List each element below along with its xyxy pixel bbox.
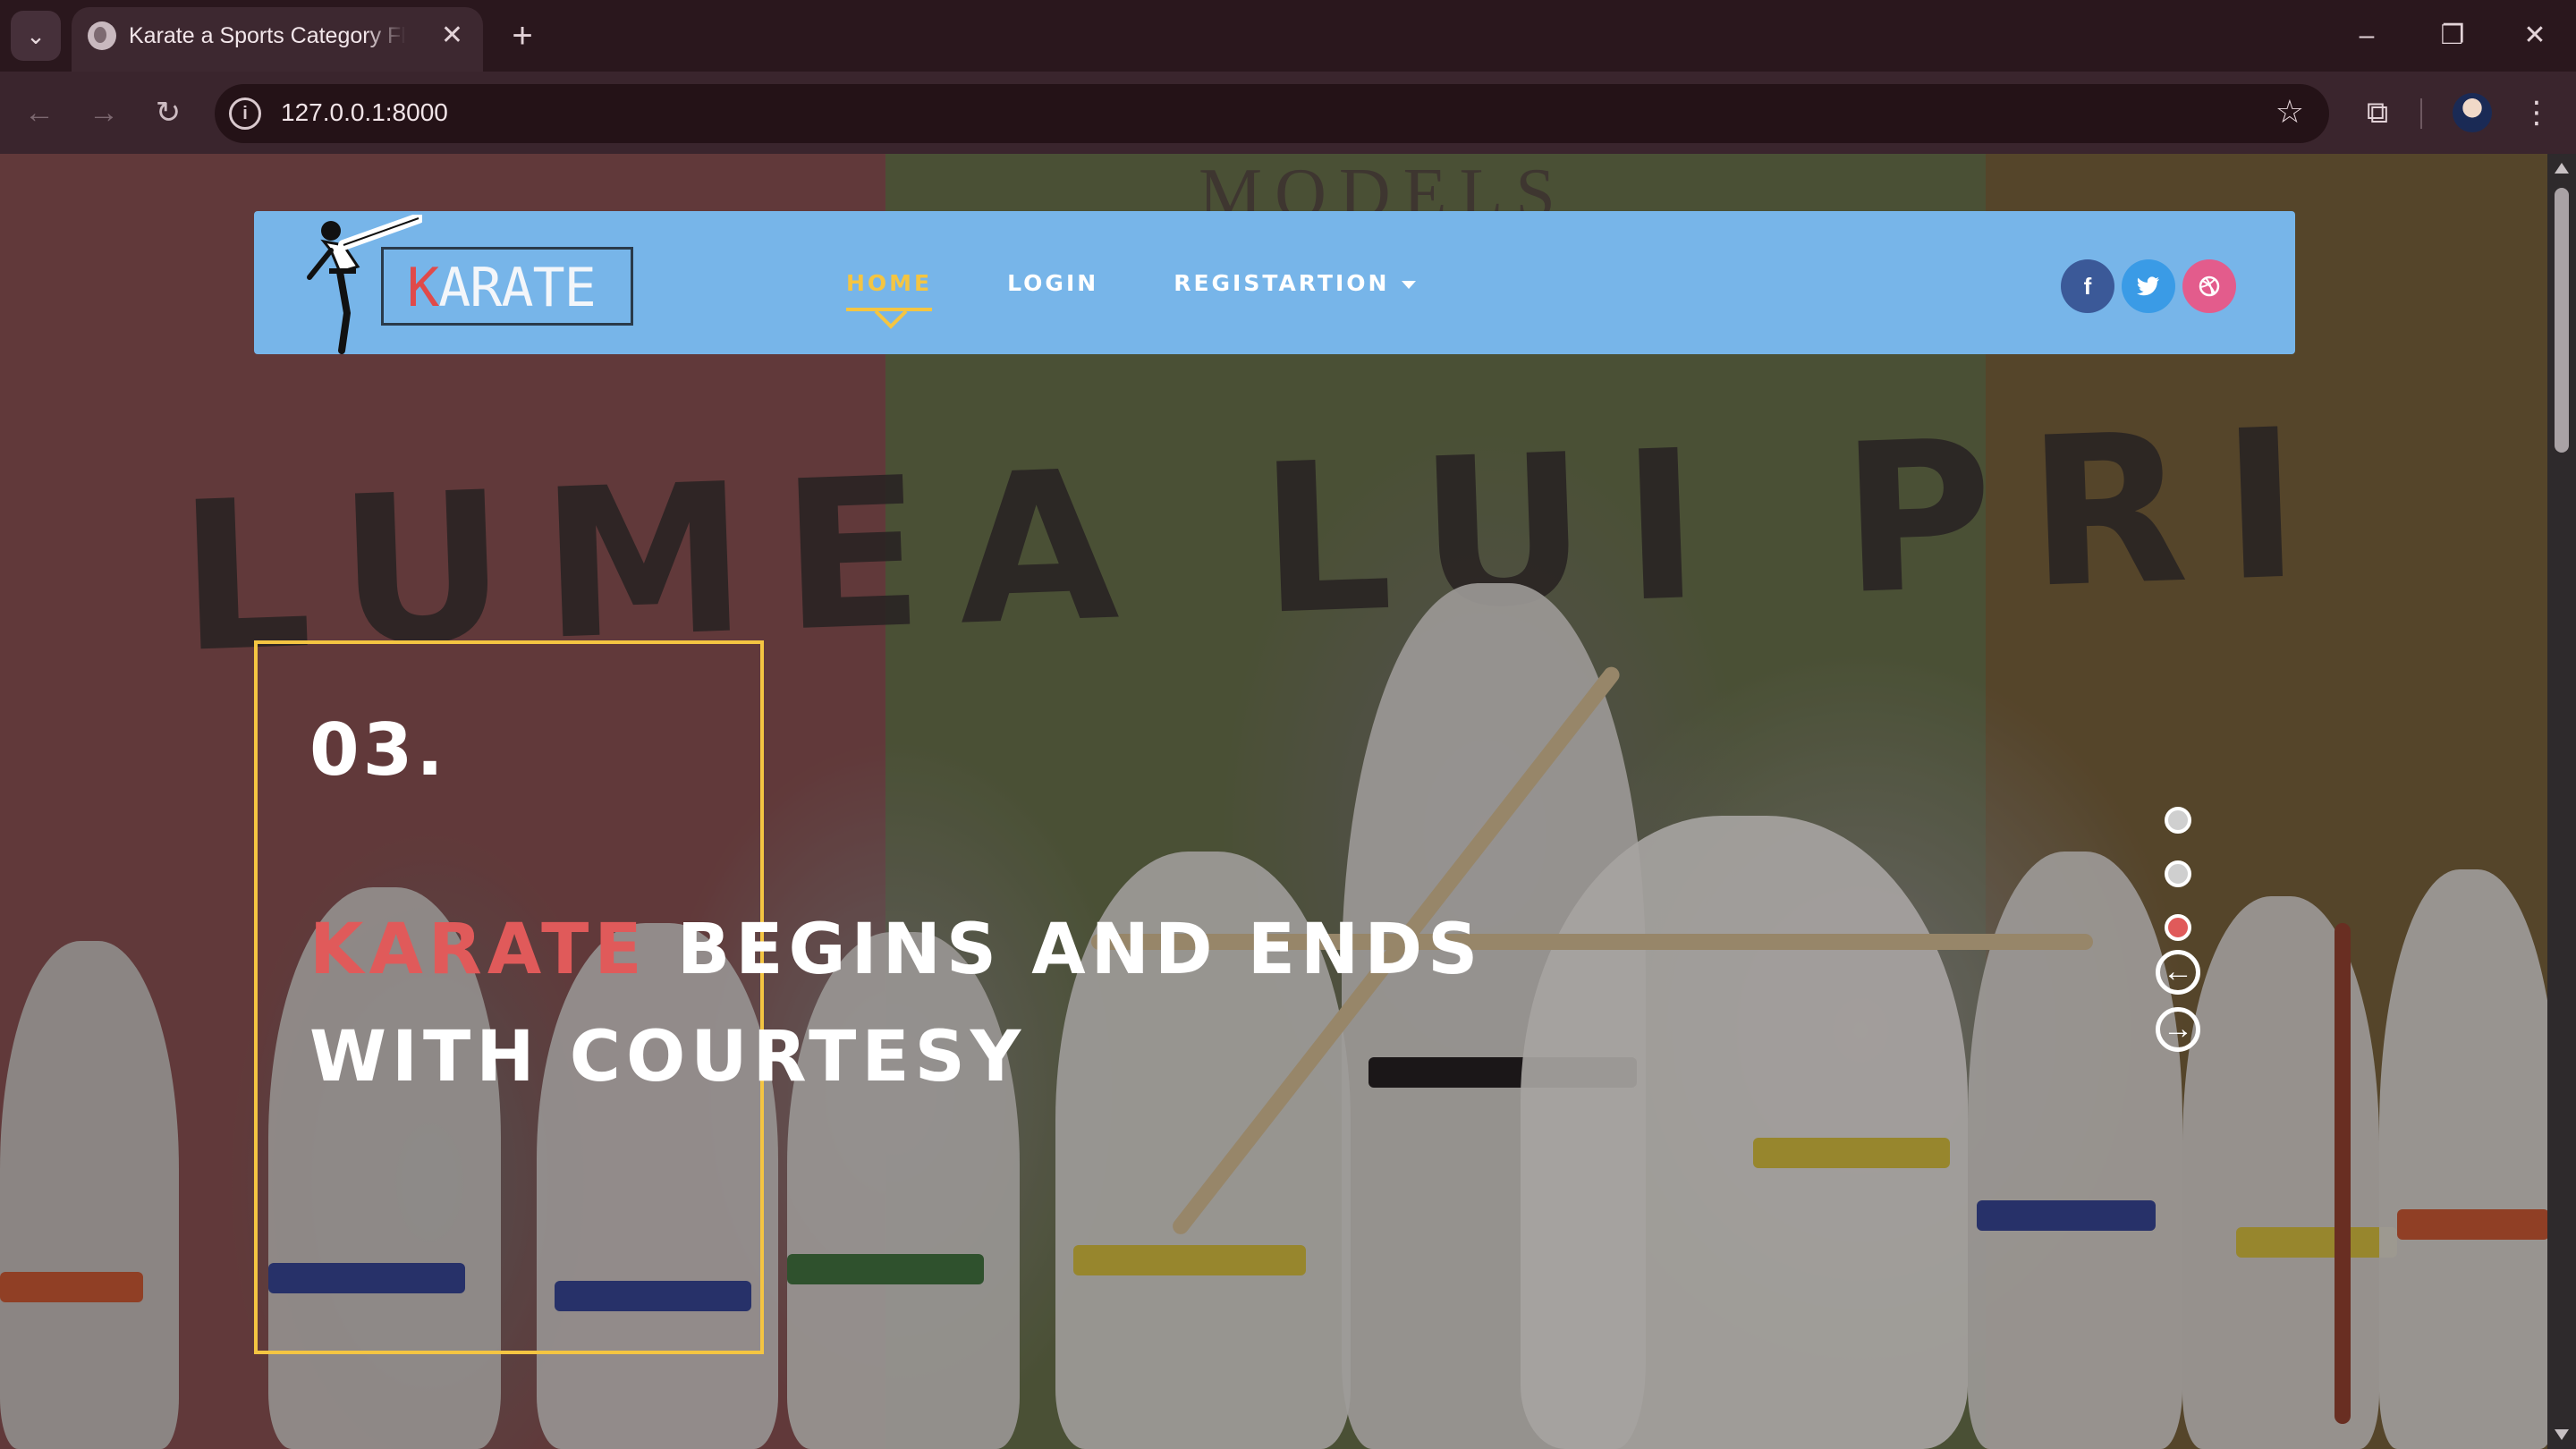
caret-down-icon (1402, 280, 1417, 289)
main-nav: HOME LOGIN REGISTARTION (846, 270, 1491, 311)
headline-line1: BEGINS AND ENDS (647, 910, 1484, 990)
browser-toolbar: ← → ↻ i 127.0.0.1:8000 ☆ ⧉ ⋮ (0, 72, 2576, 154)
tab-search-button[interactable]: ⌄ (11, 11, 61, 61)
scrollbar-thumb[interactable] (2555, 188, 2569, 453)
green-belt (787, 1254, 984, 1284)
new-tab-button[interactable]: + (503, 11, 542, 61)
slider-dot-3[interactable] (2165, 914, 2191, 941)
reload-icon[interactable]: ↻ (147, 91, 190, 134)
page-scrollbar[interactable] (2547, 154, 2576, 1449)
dribbble-icon[interactable] (2182, 259, 2236, 313)
yellow-belt (1753, 1138, 1950, 1168)
restore-icon[interactable]: ❐ (2426, 13, 2479, 59)
bo-staff (2334, 923, 2351, 1424)
scroll-up-icon[interactable] (2555, 163, 2569, 174)
nav-registration-label: REGISTARTION (1174, 270, 1390, 296)
site-logo[interactable]: KARATE (304, 211, 644, 354)
menu-kebab-icon[interactable]: ⋮ (2515, 91, 2558, 134)
bookmark-star-icon[interactable]: ☆ (2275, 93, 2304, 131)
window-close-icon[interactable]: ✕ (2508, 13, 2562, 59)
page-viewport: MODELS LUMEA LUI PRI KARATE HOME LOGIN R… (0, 154, 2576, 1449)
orange-belt (2397, 1209, 2549, 1240)
headline-line2: WITH COURTESY (309, 1017, 1027, 1097)
student-figure (0, 941, 179, 1449)
toolbar-divider (2420, 98, 2422, 129)
slide-number: 03. (309, 708, 447, 792)
next-arrow-icon[interactable]: → (2156, 1007, 2200, 1052)
profile-avatar[interactable] (2453, 93, 2492, 132)
browser-chrome: ⌄ Karate a Sports Category Flat Bootstra… (0, 0, 2576, 154)
nav-home[interactable]: HOME (846, 270, 933, 311)
logo-letter-k: K (407, 257, 439, 319)
globe-icon (88, 21, 116, 50)
slider-dot-1[interactable] (2165, 807, 2191, 834)
forward-arrow-icon[interactable]: → (82, 91, 125, 134)
student-figure (1968, 852, 2182, 1449)
site-header: KARATE HOME LOGIN REGISTARTION f (254, 211, 2295, 354)
yellow-belt (2236, 1227, 2397, 1258)
browser-tab[interactable]: Karate a Sports Category Flat Bootstrap … (72, 7, 483, 72)
site-info-icon[interactable]: i (229, 97, 261, 130)
scroll-down-icon[interactable] (2555, 1429, 2569, 1440)
student-figure (2379, 869, 2558, 1449)
minimize-icon[interactable]: – (2340, 13, 2394, 59)
tab-title: Karate a Sports Category Flat Bootstrap … (129, 23, 406, 48)
tab-strip: ⌄ Karate a Sports Category Flat Bootstra… (0, 0, 2576, 72)
yellow-belt (1073, 1245, 1306, 1275)
social-links: f (2061, 259, 2236, 313)
back-arrow-icon[interactable]: ← (18, 91, 61, 134)
blue-belt (1977, 1200, 2156, 1231)
twitter-icon[interactable] (2122, 259, 2175, 313)
student-figure (1521, 816, 1968, 1449)
orange-belt (0, 1272, 143, 1302)
logo-letters: ARATE (438, 257, 597, 319)
nav-registration[interactable]: REGISTARTION (1174, 270, 1417, 296)
tab-close-icon[interactable]: ✕ (441, 20, 463, 52)
student-figure (2182, 896, 2379, 1449)
hero-headline: KARATE BEGINS AND ENDS WITH COURTESY (309, 896, 1483, 1111)
logo-wordmark-box: KARATE (381, 247, 633, 326)
url-text[interactable]: 127.0.0.1:8000 (281, 98, 448, 127)
facebook-icon[interactable]: f (2061, 259, 2114, 313)
nav-login[interactable]: LOGIN (1007, 270, 1098, 296)
logo-wordmark: KARATE (407, 257, 597, 319)
headline-highlight: KARATE (309, 910, 648, 990)
address-bar[interactable]: i 127.0.0.1:8000 ☆ (215, 84, 2329, 143)
extensions-icon[interactable]: ⧉ (2356, 91, 2399, 134)
slider-dot-2[interactable] (2165, 860, 2191, 887)
prev-arrow-icon[interactable]: ← (2156, 950, 2200, 995)
